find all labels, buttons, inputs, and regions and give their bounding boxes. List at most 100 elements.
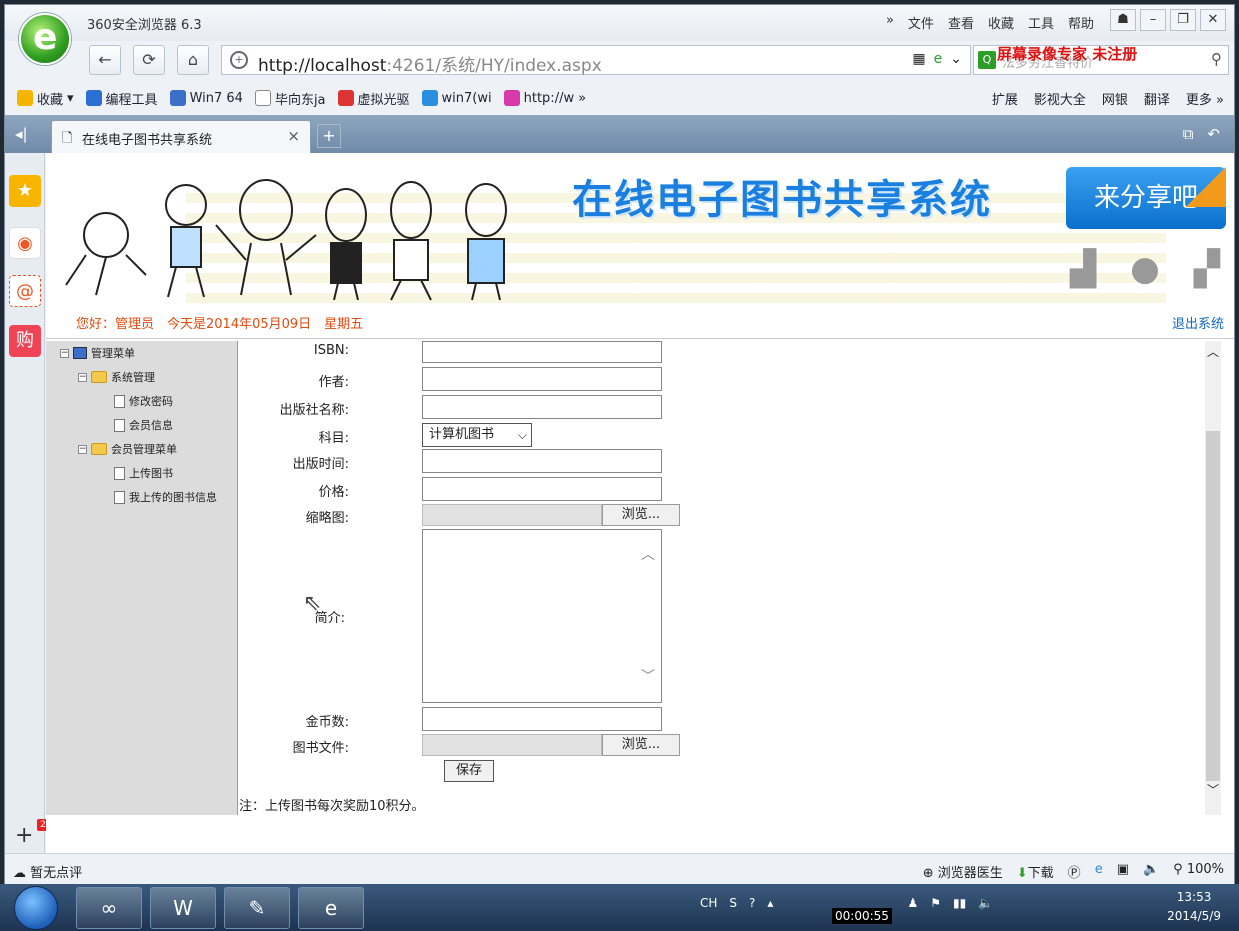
- extensions-button[interactable]: 扩展: [992, 89, 1018, 108]
- system-clock[interactable]: 13:53 2014/5/9: [1167, 888, 1221, 926]
- thumbnail-file-field[interactable]: [422, 504, 602, 526]
- p2p-icon[interactable]: Ⓟ: [1068, 862, 1081, 881]
- speaker-icon[interactable]: 🔈: [978, 896, 993, 910]
- refresh-button[interactable]: ⟳: [133, 45, 165, 75]
- volume-icon[interactable]: 🔈: [1143, 862, 1159, 881]
- tab-current[interactable]: 🗋 在线电子图书共享系统 ×: [51, 120, 311, 153]
- coins-field[interactable]: [422, 707, 662, 731]
- input-method-icon[interactable]: S: [729, 896, 737, 910]
- page-content: 在线电子图书共享系统 来分享吧 ▟ ● ▞ 您好：管理员 今天是2014年05月…: [46, 153, 1234, 853]
- address-bar[interactable]: + http://localhost:4261/系统/HY/index.aspx…: [221, 45, 971, 76]
- menu-more[interactable]: »: [886, 13, 894, 32]
- close-icon[interactable]: ×: [287, 127, 300, 145]
- network-icon[interactable]: ▮▮: [953, 896, 966, 910]
- collapse-icon[interactable]: −: [78, 372, 87, 382]
- windows-icon[interactable]: ▞: [1194, 249, 1220, 289]
- pubdate-field[interactable]: [422, 449, 662, 473]
- new-tab-button[interactable]: +: [317, 124, 341, 148]
- book-file-browse-button[interactable]: 浏览...: [602, 734, 680, 756]
- weibo-icon[interactable]: ◉: [9, 227, 41, 259]
- start-button[interactable]: [14, 886, 58, 930]
- menu-view[interactable]: 查看: [948, 13, 974, 32]
- zoom-control[interactable]: ⚲ 100%: [1173, 862, 1224, 881]
- restore-button[interactable]: ❐: [1170, 9, 1196, 31]
- close-button[interactable]: ✕: [1200, 9, 1226, 31]
- url-text[interactable]: http://localhost:4261/系统/HY/index.aspx: [258, 51, 602, 76]
- menu-file[interactable]: 文件: [908, 13, 934, 32]
- bookmark-item[interactable]: 编程工具: [85, 89, 158, 108]
- minimize-button[interactable]: –: [1140, 9, 1166, 31]
- tree-item-upload-book[interactable]: 上传图书: [114, 465, 173, 481]
- subject-select[interactable]: 计算机图书 ⌵: [422, 423, 532, 447]
- isbn-field[interactable]: [422, 341, 662, 363]
- scroll-up-icon[interactable]: ︿: [641, 544, 655, 564]
- language-indicator[interactable]: CH: [700, 896, 717, 910]
- taskbar-visualstudio-icon[interactable]: ∞: [76, 887, 142, 929]
- intro-textarea[interactable]: ︿ ﹀: [422, 529, 662, 703]
- scroll-down-icon[interactable]: ﹀: [641, 666, 655, 686]
- home-button[interactable]: ⌂: [177, 45, 209, 75]
- save-button[interactable]: 保存: [444, 760, 494, 782]
- sidebar-toggle-icon[interactable]: ◂|: [15, 125, 28, 143]
- tray-expand-icon[interactable]: ▴: [767, 896, 773, 910]
- search-icon[interactable]: ⚲: [1211, 50, 1222, 68]
- more-button[interactable]: 更多 »: [1186, 89, 1224, 108]
- favorites-star-icon[interactable]: ★: [9, 175, 41, 207]
- video-button[interactable]: 影视大全: [1034, 89, 1086, 108]
- add-icon[interactable]: +: [15, 823, 33, 848]
- qq-icon[interactable]: ♟: [907, 896, 918, 910]
- undo-close-icon[interactable]: ↶: [1207, 125, 1220, 143]
- skin-icon[interactable]: ☗: [1110, 9, 1136, 31]
- bookmark-item[interactable]: 虚拟光驱: [337, 89, 410, 108]
- window-icon[interactable]: ▣: [1117, 862, 1129, 881]
- menu-tools[interactable]: 工具: [1028, 13, 1054, 32]
- taskbar-notepad-icon[interactable]: ✎: [224, 887, 290, 929]
- collapse-icon[interactable]: −: [78, 444, 87, 454]
- ie-mode-icon[interactable]: e: [934, 51, 943, 67]
- bookmark-item[interactable]: win7(wi: [421, 90, 492, 106]
- author-field[interactable]: [422, 367, 662, 391]
- thumbnail-browse-button[interactable]: 浏览...: [602, 504, 680, 526]
- qrcode-icon[interactable]: ▦: [912, 51, 925, 67]
- tree-item-member-info[interactable]: 会员信息: [114, 417, 173, 433]
- taskbar-word-icon[interactable]: W: [150, 887, 216, 929]
- shopping-icon[interactable]: 购: [9, 325, 41, 357]
- chevron-down-icon[interactable]: ⌄: [950, 51, 962, 67]
- scrollbar-thumb[interactable]: [1206, 431, 1220, 781]
- folder-icon: [91, 371, 107, 383]
- tree-root[interactable]: − 管理菜单: [60, 345, 135, 361]
- publisher-field[interactable]: [422, 395, 662, 419]
- ie-icon[interactable]: e: [1095, 862, 1103, 881]
- android-icon[interactable]: ▟: [1070, 249, 1096, 289]
- download-button[interactable]: ⬇下载: [1017, 862, 1054, 881]
- bookmark-favorites[interactable]: 收藏 ▾: [17, 89, 74, 108]
- translate-button[interactable]: 翻译: [1144, 89, 1170, 108]
- scroll-down-icon[interactable]: ﹀: [1207, 781, 1219, 798]
- help-icon[interactable]: ?: [749, 896, 755, 910]
- browser-doctor-button[interactable]: ⊕ 浏览器医生: [923, 862, 1003, 881]
- taskbar-browser-icon[interactable]: e: [298, 887, 364, 929]
- mail-icon[interactable]: @: [9, 275, 41, 307]
- tree-item-change-password[interactable]: 修改密码: [114, 393, 173, 409]
- flag-icon[interactable]: ⚑: [930, 896, 941, 910]
- book-file-field[interactable]: [422, 734, 602, 756]
- back-button[interactable]: ←: [89, 45, 121, 75]
- apple-icon[interactable]: ●: [1130, 249, 1160, 289]
- bank-button[interactable]: 网银: [1102, 89, 1128, 108]
- menu-favorites[interactable]: 收藏: [988, 13, 1014, 32]
- page-scrollbar[interactable]: ︿ ﹀: [1205, 341, 1221, 815]
- tab-list-icon[interactable]: ⧉: [1183, 125, 1194, 143]
- tree-group-member[interactable]: − 会员管理菜单: [78, 441, 177, 457]
- tree-group-system[interactable]: − 系统管理: [78, 369, 155, 385]
- logout-link[interactable]: 退出系统: [1172, 313, 1224, 332]
- bookmark-item[interactable]: Win7 64: [169, 90, 243, 106]
- collapse-icon[interactable]: −: [60, 348, 69, 358]
- status-comments[interactable]: ☁ 暂无点评: [13, 862, 82, 881]
- tree-item-my-books[interactable]: 我上传的图书信息: [114, 489, 236, 505]
- menu-help[interactable]: 帮助: [1068, 13, 1094, 32]
- price-field[interactable]: [422, 477, 662, 501]
- bookmark-item[interactable]: http://w »: [503, 90, 586, 106]
- search-engine-icon[interactable]: Q: [978, 51, 996, 69]
- bookmark-item[interactable]: 毕向东ja: [254, 89, 326, 108]
- scroll-up-icon[interactable]: ︿: [1207, 343, 1219, 360]
